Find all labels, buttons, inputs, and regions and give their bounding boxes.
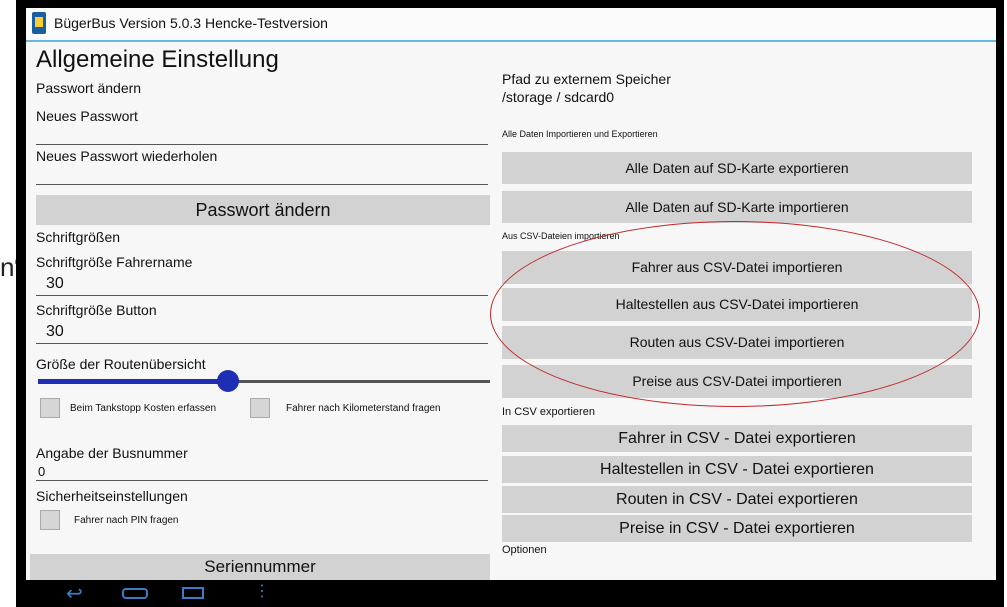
new-password-repeat-field[interactable] — [36, 170, 488, 185]
export-prices-csv-button[interactable]: Preise in CSV - Datei exportieren — [502, 515, 972, 542]
change-password-button[interactable]: Passwort ändern — [36, 195, 490, 225]
recent-apps-icon[interactable] — [182, 587, 204, 599]
slider-thumb[interactable] — [217, 370, 239, 392]
security-settings-label: Sicherheitseinstellungen — [36, 488, 188, 504]
button-font-size-label: Schriftgröße Button — [36, 302, 157, 318]
pin-label: Fahrer nach PIN fragen — [74, 515, 179, 526]
new-password-field[interactable] — [36, 130, 488, 145]
mileage-checkbox[interactable] — [250, 398, 270, 418]
csv-export-section-label: In CSV exportieren — [502, 406, 595, 418]
settings-heading: Allgemeine Einstellung — [36, 46, 279, 73]
password-change-label: Passwort ändern — [36, 80, 142, 96]
export-all-sd-button[interactable]: Alle Daten auf SD-Karte exportieren — [502, 152, 972, 184]
driver-font-size-label: Schriftgröße Fahrername — [36, 254, 193, 270]
bus-app-icon — [32, 12, 46, 34]
export-driver-csv-button[interactable]: Fahrer in CSV - Datei exportieren — [502, 425, 972, 452]
bus-number-value: 0 — [38, 464, 46, 479]
slider-fill — [38, 379, 228, 384]
back-icon[interactable]: ↩ — [66, 582, 83, 606]
home-icon[interactable] — [122, 588, 148, 599]
button-font-size-input[interactable]: 30 — [36, 319, 488, 344]
driver-font-size-value: 30 — [46, 275, 64, 292]
all-data-section-label: Alle Daten Importieren und Exportieren — [502, 129, 658, 139]
app-screen: BügerBus Version 5.0.3 Hencke-Testversio… — [26, 8, 996, 580]
import-all-sd-button[interactable]: Alle Daten auf SD-Karte importieren — [502, 191, 972, 223]
pin-checkbox[interactable] — [40, 510, 60, 530]
external-storage-path: /storage / sdcard0 — [502, 89, 615, 105]
bus-number-label: Angabe der Busnummer — [36, 445, 188, 461]
export-routes-csv-button[interactable]: Routen in CSV - Datei exportieren — [502, 486, 972, 513]
serial-number-button[interactable]: Seriennummer — [30, 554, 490, 580]
new-password-repeat-label: Neues Passwort wiederholen — [36, 148, 218, 164]
title-bar: BügerBus Version 5.0.3 Hencke-Testversio… — [26, 8, 996, 42]
font-sizes-label: Schriftgrößen — [36, 229, 121, 245]
annotation-ellipse — [490, 221, 980, 407]
new-password-label: Neues Passwort — [36, 108, 138, 124]
bus-number-input[interactable]: 0 — [36, 462, 488, 481]
route-overview-slider[interactable] — [38, 370, 490, 394]
external-storage-label: Pfad zu externem Speicher — [502, 71, 671, 87]
mileage-label: Fahrer nach Kilometerstand fragen — [286, 403, 441, 414]
driver-font-size-input[interactable]: 30 — [36, 272, 488, 296]
tank-cost-checkbox[interactable] — [40, 398, 60, 418]
navigation-bar: ↩ ⋮ — [26, 580, 996, 607]
button-font-size-value: 30 — [46, 323, 64, 340]
window-title: BügerBus Version 5.0.3 Hencke-Testversio… — [54, 15, 328, 31]
export-stops-csv-button[interactable]: Haltestellen in CSV - Datei exportieren — [502, 456, 972, 483]
tank-cost-label: Beim Tankstopp Kosten erfassen — [70, 403, 217, 414]
menu-dots-icon[interactable]: ⋮ — [254, 580, 270, 604]
options-section-label: Optionen — [502, 544, 547, 556]
